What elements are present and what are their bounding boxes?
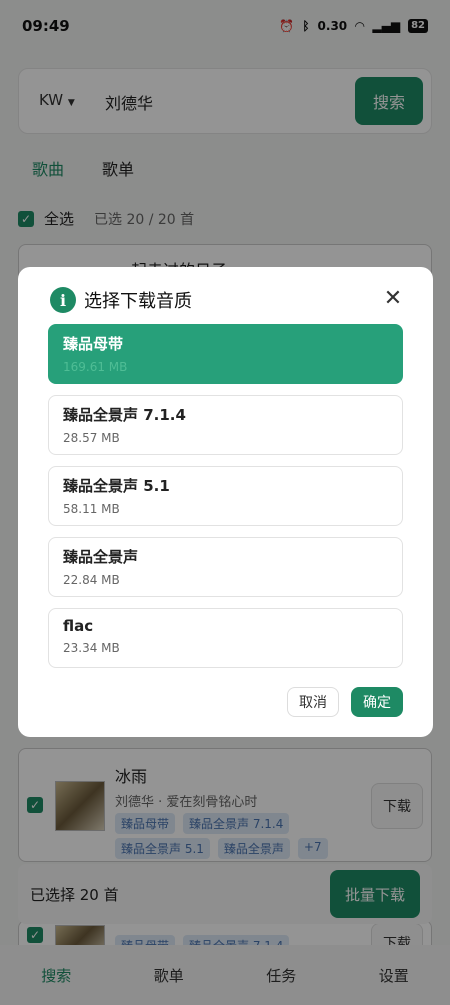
option-name: 臻品全景声: [63, 548, 139, 566]
option-name: 臻品全景声 5.1: [63, 477, 170, 495]
option-size: 28.57 MB: [63, 431, 120, 445]
cancel-button[interactable]: 取消: [287, 687, 339, 717]
option-size: 23.34 MB: [63, 641, 120, 655]
quality-option[interactable]: 臻品全景声 22.84 MB: [48, 537, 403, 597]
quality-option[interactable]: 臻品母带 169.61 MB: [48, 324, 403, 384]
dialog-title: 选择下载音质: [84, 291, 192, 312]
confirm-button[interactable]: 确定: [351, 687, 403, 717]
option-size: 169.61 MB: [63, 360, 128, 374]
quality-option[interactable]: flac 23.34 MB: [48, 608, 403, 668]
dialog-header: i 选择下载音质: [50, 287, 192, 313]
option-size: 58.11 MB: [63, 502, 120, 516]
dialog-actions: 取消 确定: [287, 687, 403, 717]
info-icon: i: [50, 287, 76, 313]
option-name: 臻品全景声 7.1.4: [63, 406, 186, 424]
quality-option[interactable]: 臻品全景声 5.1 58.11 MB: [48, 466, 403, 526]
quality-option[interactable]: 臻品全景声 7.1.4 28.57 MB: [48, 395, 403, 455]
option-name: flac: [63, 617, 94, 635]
option-size: 22.84 MB: [63, 573, 120, 587]
option-name: 臻品母带: [63, 335, 124, 353]
close-icon[interactable]: ✕: [383, 288, 403, 310]
quality-dialog: i 选择下载音质 ✕ 臻品母带 169.61 MB 臻品全景声 7.1.4 28…: [18, 267, 433, 737]
